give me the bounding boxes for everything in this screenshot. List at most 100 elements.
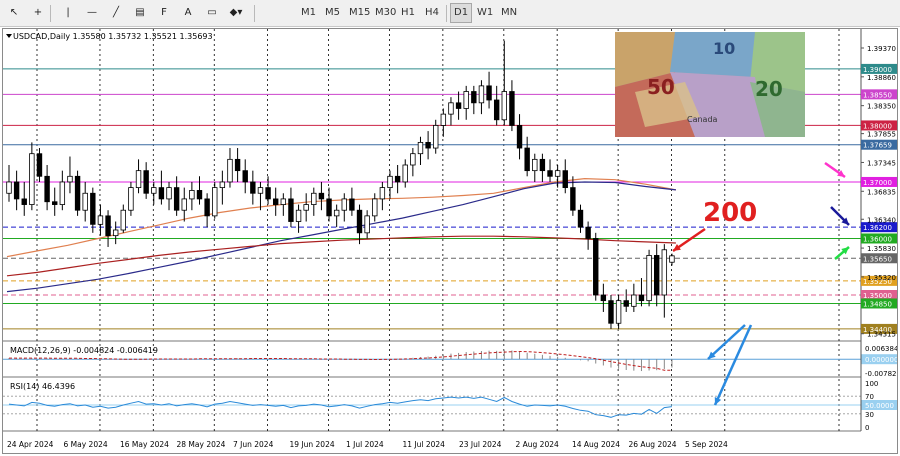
macd-tick-label: 0.006384 (865, 345, 897, 353)
level-tag-label: 1.37000 (863, 179, 892, 187)
chart-title: USDCAD,Daily 1.35580 1.35732 1.35521 1.3… (13, 32, 213, 41)
rectangle-icon[interactable]: ▭ (202, 3, 222, 23)
x-tick-label: 2 Aug 2024 (516, 440, 559, 449)
timeframe-m5[interactable]: M5 (322, 3, 343, 23)
chart-window[interactable]: 0.0063840.000000-0.007827 1007050.000030… (2, 28, 898, 454)
candle-body (158, 187, 165, 200)
channel-icon[interactable]: ▤ (130, 3, 150, 23)
candle-body (97, 215, 104, 225)
x-tick-label: 14 Aug 2024 (572, 440, 620, 449)
level-tag-label: 1.37659 (863, 142, 892, 150)
candle-body (166, 187, 172, 200)
candle-body (311, 192, 317, 205)
candle-body (143, 170, 149, 194)
rsi-tick-label: 30 (865, 411, 874, 419)
y-tick-label: 1.37855 (867, 131, 896, 139)
timeframe-m30[interactable]: M30 (372, 3, 399, 23)
note-20: 20 (755, 77, 783, 101)
candle-body (646, 255, 652, 302)
candle-body (532, 158, 538, 172)
candle-body (29, 153, 35, 205)
y-tick-label: 1.36835 (867, 188, 896, 196)
level-tag-label: 1.38550 (863, 91, 892, 99)
rsi-line (8, 396, 672, 418)
trendline-icon[interactable]: ╱ (106, 3, 126, 23)
candle-body (562, 170, 568, 189)
candle-body (364, 215, 370, 234)
candle-body (13, 181, 20, 200)
x-tick-label: 1 Jul 2024 (346, 440, 384, 449)
candle-body (6, 181, 12, 194)
x-tick-label: 23 Jul 2024 (459, 440, 502, 449)
toolbar-separator (50, 5, 51, 22)
candle-body (227, 158, 233, 183)
x-tick-label: 5 Sep 2024 (685, 440, 728, 449)
timeframe-m15[interactable]: M15 (346, 3, 373, 23)
toolbar-separator (254, 5, 255, 22)
cursor-icon[interactable]: ↖ (4, 3, 24, 23)
candle-body (204, 198, 210, 217)
y-tick-label: 1.36340 (867, 216, 896, 224)
banknotes-image: 50 20 10 Canada (615, 32, 805, 137)
timeframe-h1[interactable]: H1 (398, 3, 418, 23)
timeframe-w1[interactable]: W1 (474, 3, 496, 23)
x-tick-label: 26 Aug 2024 (629, 440, 677, 449)
text-icon[interactable]: A (178, 3, 198, 23)
x-tick-label: 7 Jun 2024 (233, 440, 274, 449)
candle-body (356, 209, 363, 234)
candle-body (509, 91, 515, 126)
candle-body (402, 164, 408, 183)
candle-body (105, 215, 111, 237)
y-tick-label: 1.35320 (867, 274, 896, 282)
y-tick-label: 1.38350 (867, 103, 896, 111)
candle-body (493, 99, 500, 121)
candle-body (265, 187, 271, 200)
timeframe-mn[interactable]: MN (498, 3, 520, 23)
x-tick-label: 28 May 2024 (177, 440, 226, 449)
candle-body (623, 300, 629, 307)
level-tag-label: 1.36200 (863, 224, 892, 232)
candle-body (433, 125, 439, 149)
y-tick-label: 1.35830 (867, 245, 896, 253)
moving-average-line (6, 235, 676, 277)
candle-body (318, 192, 325, 200)
crosshair-icon[interactable]: + (28, 3, 48, 23)
candle-body (539, 158, 546, 172)
toolbar-separator (446, 5, 447, 22)
candle-body (128, 187, 134, 211)
y-tick-label: 1.34315 (867, 331, 896, 339)
candle-body (394, 175, 401, 183)
horizontal-line-icon[interactable]: — (82, 3, 102, 23)
y-tick-label: 1.37345 (867, 159, 896, 167)
candle-body (280, 198, 287, 205)
candle-body (112, 229, 119, 237)
note-10: 10 (713, 39, 735, 58)
timeframe-d1[interactable]: D1 (450, 3, 473, 23)
candle-body (600, 294, 607, 302)
x-tick-label: 24 Apr 2024 (7, 440, 54, 449)
candle-body (387, 175, 393, 189)
note-50: 50 (647, 75, 675, 99)
timeframe-m1[interactable]: M1 (298, 3, 319, 23)
candles (6, 40, 675, 329)
x-tick-label: 19 Jun 2024 (290, 440, 335, 449)
candle-body (417, 141, 424, 155)
candle-body (21, 198, 27, 205)
candle-body (631, 294, 637, 307)
shapes-icon[interactable]: ◆▾ (226, 3, 246, 23)
candle-body (410, 153, 416, 166)
candle-body (250, 181, 256, 194)
candle-body (82, 192, 88, 211)
candle-body (448, 102, 454, 115)
candle-body (585, 226, 591, 239)
timeframe-h4[interactable]: H4 (422, 3, 442, 23)
candle-body (478, 85, 485, 104)
candle-body (341, 198, 347, 211)
candle-body (440, 113, 447, 126)
fibonacci-icon[interactable]: F (154, 3, 174, 23)
candle-body (455, 102, 462, 109)
vertical-line-icon[interactable]: | (58, 3, 78, 23)
candle-body (234, 158, 241, 172)
macd-title: MACD(12,26,9) -0.004824 -0.006419 (10, 346, 158, 355)
candle-body (120, 209, 126, 231)
